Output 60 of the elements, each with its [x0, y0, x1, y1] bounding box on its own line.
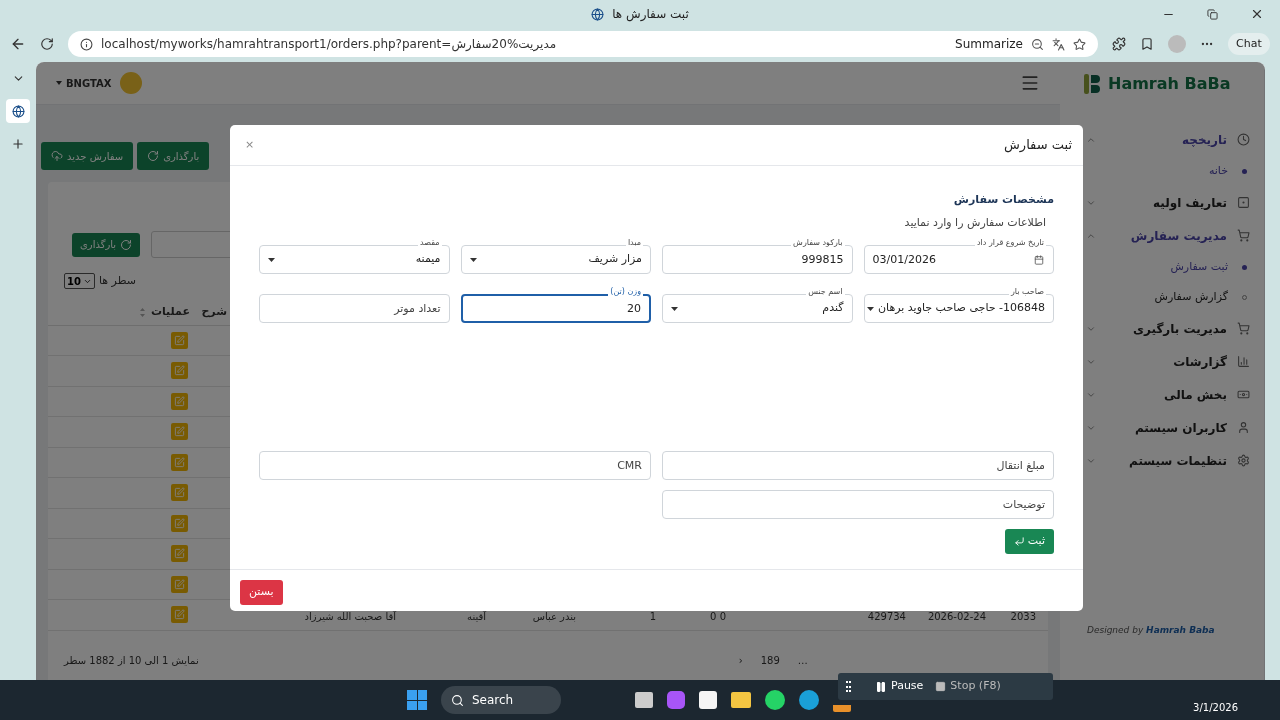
field-label: تاریخ شروع قرار داد: [975, 238, 1046, 248]
window-title: ثبت سفارش ها: [612, 6, 689, 23]
sidebar-item[interactable]: مدیریت سفارش: [1096, 226, 1250, 245]
reload-button[interactable]: بارگذاری: [72, 232, 141, 257]
field-label: اسم جنس: [806, 287, 845, 297]
taskbar-search[interactable]: Search: [441, 686, 561, 714]
modal-title: ثبت سفارش: [1004, 136, 1072, 155]
close-button[interactable]: بستن: [240, 580, 283, 605]
chat-button[interactable]: Chat: [1228, 32, 1270, 56]
page-link[interactable]: ›: [738, 652, 743, 668]
page-link[interactable]: …: [797, 652, 808, 668]
sidebar-item[interactable]: گزارشات: [1096, 352, 1250, 371]
submit-button[interactable]: ثبت: [1004, 529, 1054, 554]
pause-button[interactable]: Pause: [875, 678, 924, 695]
select-field[interactable]: مزار شریف: [460, 245, 651, 274]
section-subtitle: اطلاعات سفارش را وارد نمایید: [903, 214, 1047, 231]
field-label: صاحب بار: [1008, 287, 1046, 297]
column-header[interactable]: شرح: [201, 303, 227, 321]
table-cell: 0 0: [710, 610, 726, 622]
table-summary: نمایش 1 الی 10 از 1882 سطر: [64, 653, 199, 668]
sidebar-item[interactable]: بخش مالی: [1096, 385, 1250, 404]
table-cell: 2026-02-24: [927, 610, 986, 622]
logo-text: Hamrah BaBa: [1108, 72, 1231, 95]
field-label: بارکود سفارش: [791, 238, 845, 248]
footer-credit: Designed by Hamrah Baba: [1087, 625, 1215, 635]
close-icon[interactable]: ×: [245, 136, 255, 154]
sidebar-item[interactable]: تعاریف اولیه: [1096, 193, 1250, 212]
url-text: localhost/myworks/hamrahtransport1/orders.php?parent=مدیریت%20سفارش: [101, 36, 558, 53]
column-header[interactable]: عملیات: [150, 303, 190, 321]
input-field[interactable]: CMR: [259, 451, 651, 480]
user-menu[interactable]: BNGTAX: [66, 75, 112, 91]
field-label: وزن (تن): [608, 287, 643, 297]
sidebar-item[interactable]: کاربران سیستم: [1096, 418, 1250, 437]
table-cell: آقینه: [467, 610, 486, 622]
table-cell: آقا صحبت الله شیرزاد: [304, 610, 396, 622]
sidebar-item[interactable]: مدیریت بارگیری: [1096, 319, 1250, 338]
field-label: مبدا: [625, 238, 643, 248]
tray-date: 3/1/2026: [1193, 701, 1238, 715]
input-field[interactable]: مبلغ انتقال: [662, 451, 1054, 480]
rows-label: سطر ها: [98, 273, 136, 289]
table-cell: 1: [649, 610, 656, 622]
table-cell: 429734: [867, 610, 906, 622]
rows-select[interactable]: 10: [64, 273, 95, 290]
table-cell: بندر عباس: [532, 610, 576, 622]
new-order-button[interactable]: سفارش جدید: [41, 142, 134, 170]
reload-button[interactable]: بارگذاری: [137, 142, 210, 170]
select-field[interactable]: میمنه: [259, 245, 450, 274]
table-cell: 2033: [1010, 610, 1036, 622]
field-label: مقصد: [418, 238, 442, 248]
sidebar-subitem[interactable]: گزارش سفارش: [1086, 282, 1250, 312]
sidebar-subitem[interactable]: ثبت سفارش: [1086, 252, 1250, 282]
input-field[interactable]: توضیحات: [662, 490, 1054, 519]
sidebar-item[interactable]: تنظیمات سیستم: [1096, 451, 1250, 470]
sidebar-item[interactable]: تاریخچه: [1096, 130, 1250, 149]
summarize-button[interactable]: Summarize: [955, 35, 1023, 53]
page-link[interactable]: 189: [760, 652, 780, 668]
section-title: مشخصات سفارش: [952, 192, 1054, 208]
sidebar-subitem[interactable]: خانه: [1086, 156, 1250, 186]
stop-button[interactable]: Stop (F8): [935, 678, 1001, 695]
input-field[interactable]: تعداد موتر: [259, 294, 450, 323]
